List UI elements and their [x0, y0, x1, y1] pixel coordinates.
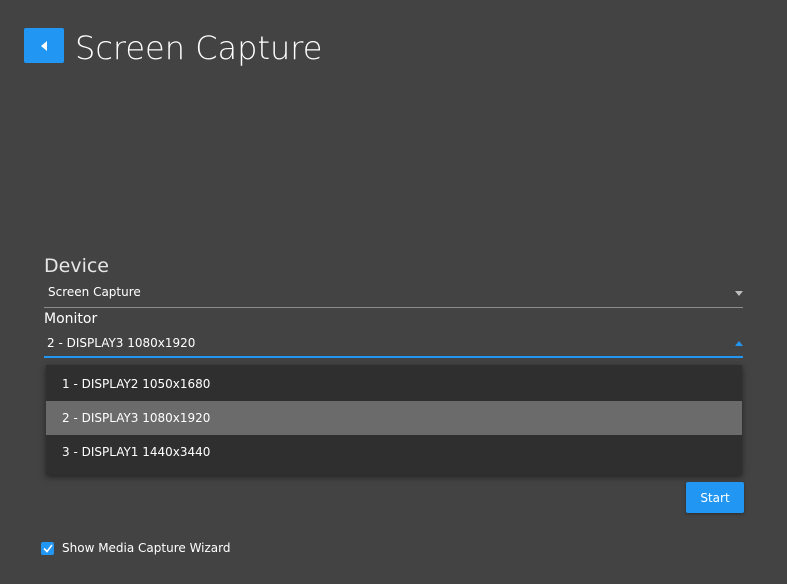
dropdown-arrow-icon: [735, 291, 743, 296]
page-title: Screen Capture: [75, 29, 323, 67]
monitor-select-value: 2 - DISPLAY3 1080x1920: [47, 336, 196, 350]
checkmark-icon: [42, 544, 53, 553]
monitor-select[interactable]: 2 - DISPLAY3 1080x1920: [44, 332, 743, 358]
monitor-option[interactable]: 3 - DISPLAY1 1440x3440: [46, 435, 742, 469]
device-select[interactable]: Screen Capture: [44, 281, 743, 308]
show-wizard-checkbox[interactable]: Show Media Capture Wizard: [41, 541, 231, 555]
monitor-option[interactable]: 1 - DISPLAY2 1050x1680: [46, 367, 742, 401]
chevron-left-icon: [41, 40, 47, 51]
monitor-label: Monitor: [44, 311, 98, 327]
checkbox-checked-icon[interactable]: [41, 541, 54, 555]
device-label: Device: [44, 255, 109, 277]
back-button[interactable]: [24, 28, 64, 63]
show-wizard-label: Show Media Capture Wizard: [62, 541, 231, 555]
dropdown-arrow-up-icon: [735, 341, 743, 346]
monitor-option-selected[interactable]: 2 - DISPLAY3 1080x1920: [46, 401, 742, 435]
start-button[interactable]: Start: [686, 482, 744, 513]
device-select-value: Screen Capture: [48, 285, 141, 299]
monitor-dropdown-list: 1 - DISPLAY2 1050x1680 2 - DISPLAY3 1080…: [46, 365, 742, 475]
